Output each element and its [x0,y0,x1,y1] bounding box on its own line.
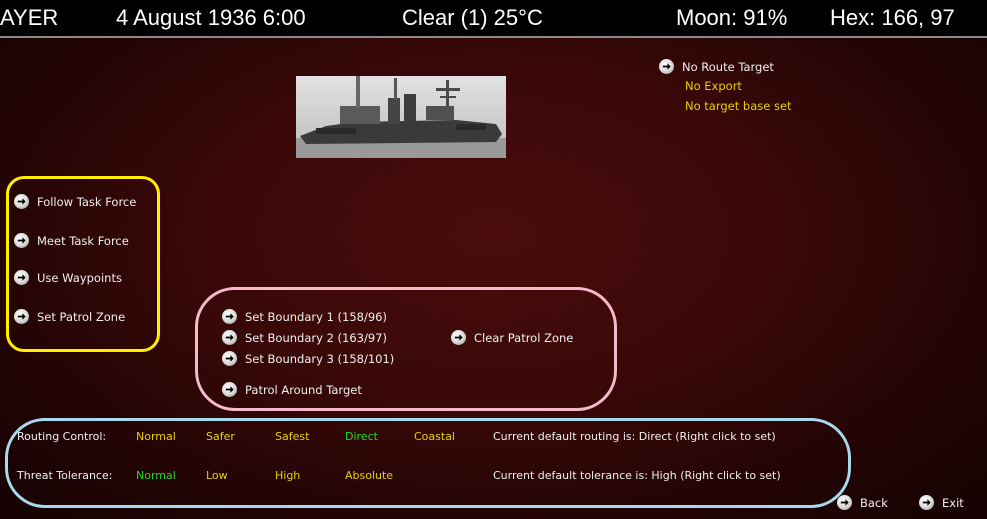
set-boundary-3-label: Set Boundary 3 (158/101) [245,351,395,366]
follow-task-force-button[interactable]: Follow Task Force [14,194,136,209]
routing-option-safest[interactable]: Safest [275,430,309,443]
set-boundary-1-label: Set Boundary 1 (158/96) [245,309,387,324]
set-boundary-2-label: Set Boundary 2 (163/97) [245,330,387,345]
threat-tolerance-label: Threat Tolerance: [17,469,113,482]
threat-option-absolute[interactable]: Absolute [345,469,393,482]
set-boundary-2-button[interactable]: Set Boundary 2 (163/97) [222,330,387,345]
threat-default-info: Current default tolerance is: High (Righ… [493,469,781,482]
arrow-right-icon [14,309,29,324]
patrol-around-target-button[interactable]: Patrol Around Target [222,382,362,397]
weather-readout: Clear (1) 25°C [402,5,543,30]
arrow-right-icon [222,309,237,324]
use-waypoints-label: Use Waypoints [37,270,122,285]
arrow-right-icon [222,330,237,345]
arrow-right-icon [919,495,934,510]
clear-patrol-zone-label: Clear Patrol Zone [474,330,574,345]
patrol-around-target-label: Patrol Around Target [245,382,362,397]
route-target-label: No Route Target [682,59,774,74]
arrow-right-icon [451,330,466,345]
arrow-right-icon [222,382,237,397]
routing-option-direct[interactable]: Direct [345,430,378,443]
arrow-right-icon [837,495,852,510]
follow-task-force-label: Follow Task Force [37,194,137,209]
set-boundary-3-button[interactable]: Set Boundary 3 (158/101) [222,351,394,366]
target-base-status: No target base set [685,99,792,113]
routing-option-coastal[interactable]: Coastal [414,430,455,443]
arrow-right-icon [14,270,29,285]
ship-image [296,76,506,158]
threat-option-high[interactable]: High [275,469,300,482]
route-target-button[interactable]: No Route Target [659,59,774,74]
side-name: AYER [0,5,59,30]
exit-label: Exit [942,495,964,510]
arrow-right-icon [222,351,237,366]
routing-control-label: Routing Control: [17,430,107,443]
status-bar: AYER 4 August 1936 6:00 Clear (1) 25°C M… [0,0,987,38]
set-patrol-zone-label: Set Patrol Zone [37,309,126,324]
ship-photo [296,76,506,158]
routing-option-normal[interactable]: Normal [136,430,176,443]
back-button[interactable]: Back [837,495,888,510]
use-waypoints-button[interactable]: Use Waypoints [14,270,122,285]
arrow-right-icon [659,59,674,74]
hex-readout: Hex: 166, 97 [830,5,955,30]
back-label: Back [860,495,888,510]
routing-option-safer[interactable]: Safer [206,430,235,443]
game-date: 4 August 1936 6:00 [116,5,306,30]
set-patrol-zone-button[interactable]: Set Patrol Zone [14,309,125,324]
exit-button[interactable]: Exit [919,495,964,510]
arrow-right-icon [14,194,29,209]
set-boundary-1-button[interactable]: Set Boundary 1 (158/96) [222,309,387,324]
export-status: No Export [685,79,742,93]
threat-option-low[interactable]: Low [206,469,228,482]
routing-default-info: Current default routing is: Direct (Righ… [493,430,776,443]
meet-task-force-label: Meet Task Force [37,233,129,248]
arrow-right-icon [14,233,29,248]
moon-readout: Moon: 91% [676,5,788,30]
threat-option-normal[interactable]: Normal [136,469,176,482]
meet-task-force-button[interactable]: Meet Task Force [14,233,129,248]
clear-patrol-zone-button[interactable]: Clear Patrol Zone [451,330,573,345]
